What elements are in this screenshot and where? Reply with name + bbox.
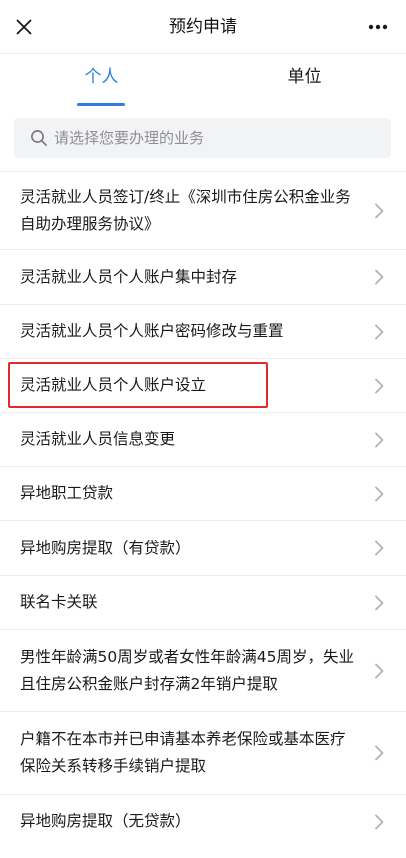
tab-active-indicator <box>77 103 125 106</box>
chevron-right-icon <box>375 432 384 447</box>
list-item[interactable]: 异地职工贷款 <box>0 466 406 520</box>
list-item-label: 灵活就业人员个人账户密码修改与重置 <box>20 322 284 340</box>
list-item-label: 异地职工贷款 <box>20 484 114 502</box>
search-input[interactable] <box>54 118 379 158</box>
chevron-right-icon <box>375 814 384 829</box>
nav-bar: 预约申请 <box>0 0 406 54</box>
list-item[interactable]: 户籍不在本市并已申请基本养老保险或基本医疗保险关系转移手续销户提取 <box>0 711 406 794</box>
list-item-label: 联名卡关联 <box>20 593 98 611</box>
tab-personal[interactable]: 个人 <box>0 54 203 106</box>
chevron-right-icon <box>375 663 384 678</box>
list-item[interactable]: 灵活就业人员信息变更 <box>0 412 406 466</box>
list-item-label: 灵活就业人员签订/终止《深圳市住房公积金业务自助办理服务协议》 <box>20 187 351 233</box>
list-item[interactable]: 男性年龄满50周岁或者女性年龄满45周岁，失业且住房公积金账户封存满2年销户提取 <box>0 629 406 711</box>
service-list: 灵活就业人员签订/终止《深圳市住房公积金业务自助办理服务协议》 灵活就业人员个人… <box>0 171 406 848</box>
list-item[interactable]: 灵活就业人员签订/终止《深圳市住房公积金业务自助办理服务协议》 <box>0 171 406 249</box>
page-title: 预约申请 <box>169 17 237 37</box>
chevron-right-icon <box>375 486 384 501</box>
tab-personal-label: 个人 <box>84 67 119 87</box>
list-item-label: 户籍不在本市并已申请基本养老保险或基本医疗保险关系转移手续销户提取 <box>20 730 346 775</box>
list-item-label: 异地购房提取（有贷款） <box>20 538 191 557</box>
tab-organization-label: 单位 <box>287 67 322 87</box>
list-item-label: 男性年龄满50周岁或者女性年龄满45周岁，失业且住房公积金账户封存满2年销户提取 <box>20 647 354 693</box>
chevron-right-icon <box>375 324 384 339</box>
list-item-highlighted[interactable]: 灵活就业人员个人账户设立 <box>0 358 406 412</box>
list-item[interactable]: 异地购房提取（有贷款） <box>0 520 406 575</box>
chevron-right-icon <box>375 378 384 393</box>
more-button[interactable] <box>362 11 394 43</box>
chevron-right-icon <box>375 595 384 610</box>
list-item[interactable]: 灵活就业人员个人账户集中封存 <box>0 249 406 304</box>
search-icon <box>31 130 47 146</box>
close-icon <box>16 19 32 35</box>
list-item-label: 异地购房提取（无贷款） <box>20 812 191 830</box>
list-item-label: 灵活就业人员信息变更 <box>20 430 176 448</box>
chevron-right-icon <box>375 269 384 285</box>
chevron-right-icon <box>375 203 384 218</box>
chevron-right-icon <box>375 745 384 761</box>
chevron-right-icon <box>375 540 384 556</box>
list-item[interactable]: 联名卡关联 <box>0 575 406 629</box>
list-item[interactable]: 灵活就业人员个人账户密码修改与重置 <box>0 304 406 358</box>
list-item-label: 灵活就业人员个人账户设立 <box>20 376 207 394</box>
tab-bar: 个人 单位 <box>0 54 406 106</box>
list-item[interactable]: 异地购房提取（无贷款） <box>0 794 406 848</box>
close-button[interactable] <box>8 11 40 43</box>
list-item-label: 灵活就业人员个人账户集中封存 <box>20 267 238 286</box>
tab-organization[interactable]: 单位 <box>203 54 406 106</box>
search-box[interactable] <box>14 118 391 158</box>
more-icon <box>368 24 388 30</box>
